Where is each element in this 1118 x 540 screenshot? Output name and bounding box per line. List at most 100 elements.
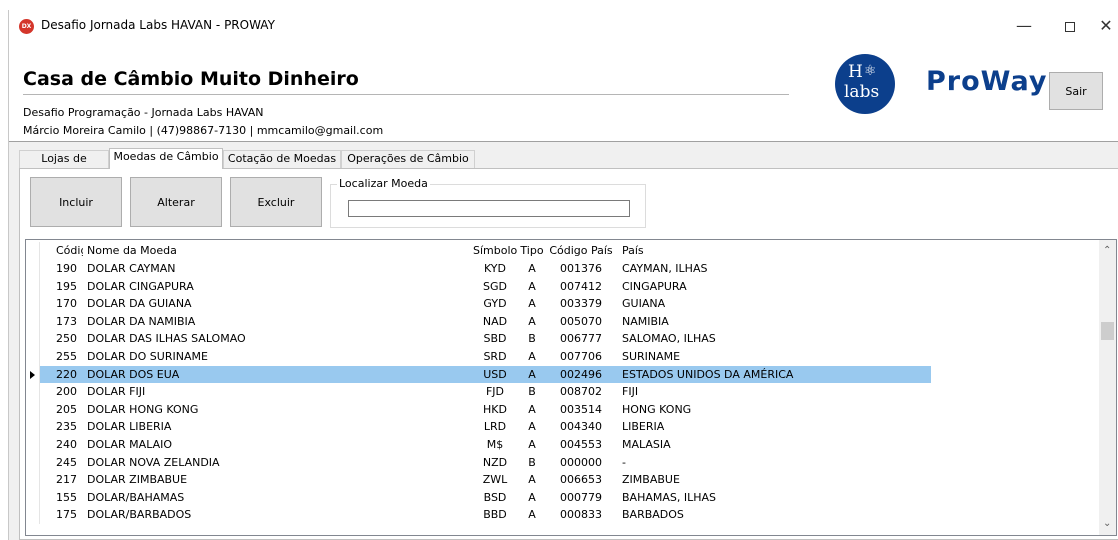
cell-pais: SALOMAO, ILHAS [622, 332, 716, 346]
maximize-button[interactable] [1047, 10, 1093, 42]
cell-tipo: A [528, 490, 536, 504]
vertical-scrollbar[interactable]: ⌃ ⌄ [1099, 240, 1116, 535]
delete-button[interactable]: Excluir [230, 177, 322, 227]
scroll-down-icon[interactable]: ⌄ [1103, 518, 1111, 529]
column-header-nome[interactable]: Nome da Moeda [85, 242, 471, 260]
cell-simbolo: BSD [483, 490, 507, 504]
row-header[interactable] [26, 383, 40, 401]
cell-pais: ESTADOS UNIDOS DA AMÉRICA [622, 367, 794, 381]
cell-tipo: A [528, 367, 536, 381]
cell-codigo: 173 [56, 314, 77, 328]
column-header-simbolo[interactable]: Símbolo [473, 242, 517, 260]
row-header[interactable] [26, 418, 40, 436]
cell-tipo: A [528, 350, 536, 363]
cell-codigo: 175 [56, 508, 77, 522]
cell-nome: DOLAR FIJI [87, 385, 146, 399]
row-header[interactable] [26, 348, 40, 366]
row-header[interactable] [26, 312, 40, 331]
cell-simbolo: M$ [486, 438, 504, 451]
column-header-codigo-pais[interactable]: Código País [547, 242, 615, 260]
cell-nome: DOLAR NOVA ZELANDIA [87, 455, 220, 469]
cell-simbolo: HKD [483, 402, 507, 416]
table-row[interactable]: 217 DOLAR ZIMBABUE ZWL A 006653 ZIMBABUE [26, 471, 931, 489]
cell-pais: NAMIBIA [622, 314, 669, 328]
table-row[interactable]: 235 DOLAR LIBERIA LRD A 004340 LIBERIA [26, 418, 931, 436]
currency-grid[interactable]: Código Nome da Moeda Símbolo Tipo Código… [25, 239, 1117, 536]
table-row[interactable]: 240 DOLAR MALAIO M$ A 004553 MALASIA [26, 436, 931, 454]
table-row[interactable]: 250 DOLAR DAS ILHAS SALOMAO SBD B 006777 SALO… [26, 330, 931, 348]
edit-button[interactable]: Alterar [130, 177, 222, 227]
cell-codigo: 217 [56, 473, 77, 487]
cell-pais: SURINAME [622, 350, 681, 363]
scroll-up-icon[interactable]: ⌃ [1103, 245, 1111, 256]
table-row[interactable]: 205 DOLAR HONG KONG HKD A 003514 HONG KONG [26, 400, 931, 419]
table-row[interactable]: 175 DOLAR/BARBADOS BBD A 000833 BARBADOS [26, 506, 931, 524]
cell-simbolo: BBD [483, 508, 507, 522]
logo-labs-text: labs [844, 82, 880, 102]
cell-simbolo: GYD [483, 297, 507, 311]
cell-tipo: B [528, 455, 536, 469]
cell-codigo: 170 [56, 297, 77, 311]
search-legend: Localizar Moeda [337, 177, 430, 190]
cell-simbolo: KYD [483, 262, 506, 275]
cell-simbolo: USD [483, 367, 507, 381]
row-header[interactable] [26, 277, 40, 296]
cell-nome: DOLAR/BARBADOS [87, 508, 192, 522]
scroll-thumb[interactable] [1101, 322, 1114, 340]
table-row[interactable]: 155 DOLAR/BAHAMAS BSD A 000779 BAHAMAS, ILHAS [26, 488, 931, 507]
cell-pais: CAYMAN, ILHAS [622, 262, 708, 275]
current-row-arrow-icon [30, 370, 35, 379]
table-row[interactable]: 255 DOLAR DO SURINAME SRD A 007706 SURINAME [26, 348, 931, 366]
search-input[interactable] [348, 200, 630, 217]
cell-codigo-pais: 008702 [560, 385, 602, 399]
exit-button[interactable]: Sair [1049, 72, 1103, 110]
table-row[interactable]: 245 DOLAR NOVA ZELANDIA NZD B 000000 - [26, 453, 931, 472]
row-header[interactable] [26, 471, 40, 489]
row-header[interactable] [26, 488, 40, 507]
content-area: Lojas de Câmbio Moedas de Câmbio Cotação… [9, 142, 1118, 540]
cell-nome: DOLAR ZIMBABUE [87, 473, 188, 487]
include-button[interactable]: Incluir [30, 177, 122, 227]
table-row[interactable]: 220 DOLAR DOS EUA USD A 002496 ESTADOS UNIDOS… [26, 365, 931, 384]
column-header-codigo[interactable]: Código [43, 242, 83, 260]
row-header[interactable] [26, 330, 40, 348]
tab-panel-moedas: Incluir Alterar Excluir Localizar Moeda … [19, 168, 1118, 540]
row-header[interactable] [26, 365, 40, 384]
minimize-button[interactable]: — [1001, 10, 1047, 42]
table-row[interactable]: 190 DOLAR CAYMAN KYD A 001376 CAYMAN, ILHAS [26, 260, 931, 278]
table-row[interactable]: 170 DOLAR DA GUIANA GYD A 003379 GUIANA [26, 295, 931, 313]
cell-simbolo: NZD [482, 455, 508, 469]
tab-moedas-de-cambio[interactable]: Moedas de Câmbio [109, 148, 223, 169]
cell-nome: DOLAR/BAHAMAS [87, 490, 185, 504]
cell-simbolo: SRD [483, 350, 507, 363]
table-row[interactable]: 173 DOLAR DA NAMIBIA NAD A 005070 NAMIBIA [26, 312, 931, 331]
header-divider [23, 94, 789, 95]
row-header[interactable] [26, 506, 40, 524]
row-header[interactable] [26, 453, 40, 472]
cell-tipo: A [528, 473, 536, 487]
cell-pais: ZIMBABUE [622, 473, 680, 487]
cell-simbolo: ZWL [482, 473, 508, 487]
cell-codigo: 220 [56, 367, 77, 381]
tab-lojas-de-cambio[interactable]: Lojas de Câmbio [19, 150, 109, 181]
cell-nome: DOLAR DO SURINAME [87, 350, 208, 363]
tab-cotacao-de-moedas[interactable]: Cotação de Moedas [223, 150, 341, 168]
table-row[interactable]: 200 DOLAR FIJI FJD B 008702 FIJI [26, 383, 931, 401]
row-header[interactable] [26, 260, 40, 278]
column-header-tipo[interactable]: Tipo [519, 242, 545, 260]
cell-codigo-pais: 000779 [560, 490, 602, 504]
column-header-pais[interactable]: País [620, 242, 930, 260]
cell-tipo: B [528, 332, 536, 346]
row-header[interactable] [26, 436, 40, 454]
row-header[interactable] [26, 295, 40, 313]
row-header[interactable] [26, 400, 40, 419]
cell-simbolo: SGD [483, 279, 507, 293]
cell-nome: DOLAR DA GUIANA [87, 297, 192, 311]
search-group: Localizar Moeda [330, 177, 646, 228]
close-button[interactable]: ✕ [1093, 10, 1118, 42]
cell-tipo: A [528, 297, 536, 311]
cell-codigo-pais: 005070 [560, 314, 602, 328]
tab-operacoes-de-cambio[interactable]: Operações de Câmbio [341, 150, 475, 168]
cell-tipo: A [528, 402, 536, 416]
table-row[interactable]: 195 DOLAR CINGAPURA SGD A 007412 CINGAPURA [26, 277, 931, 296]
